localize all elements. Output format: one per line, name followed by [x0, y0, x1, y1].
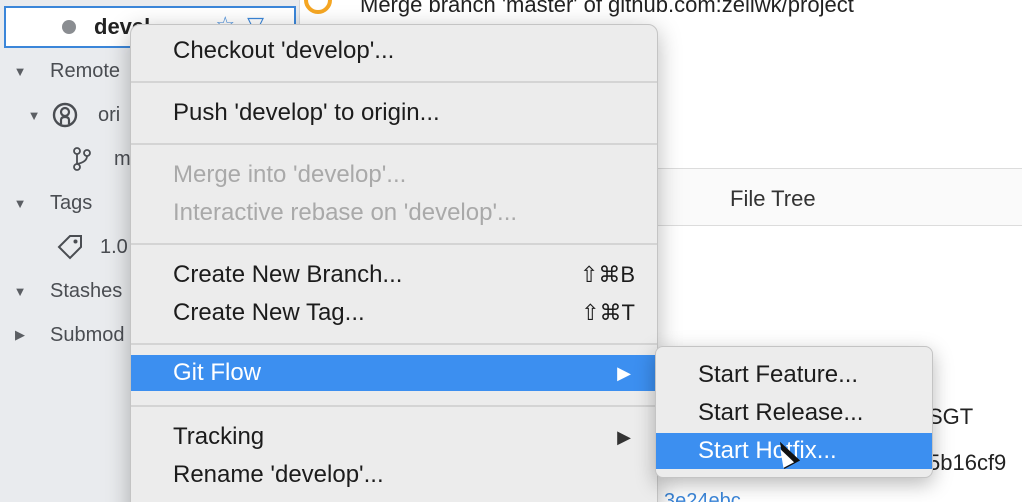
menu-item-label: Start Release...	[698, 399, 864, 426]
sidebar-item-label: Submod	[50, 323, 125, 346]
branch-status-dot	[62, 20, 76, 34]
menu-separator	[131, 143, 657, 145]
menu-item-interactive-rebase: Interactive rebase on 'develop'...	[131, 195, 657, 231]
sidebar-item-label: Stashes	[50, 279, 123, 302]
menu-item-label: Start Hotfix...	[698, 437, 837, 464]
tag-icon	[57, 235, 82, 260]
menu-item-label: Rename 'develop'...	[173, 461, 384, 488]
menu-separator	[131, 243, 657, 245]
menu-item-label: Merge into 'develop'...	[173, 161, 407, 188]
menu-item-label: Push 'develop' to origin...	[173, 99, 440, 126]
menu-item-start-release[interactable]: Start Release...	[656, 395, 932, 431]
submenu-arrow-icon: ▶	[617, 362, 631, 383]
menu-item-label: Checkout 'develop'...	[173, 37, 395, 64]
disclosure-down-icon[interactable]: ▼	[12, 284, 28, 299]
menu-item-create-branch[interactable]: Create New Branch... ⇧⌘B	[131, 257, 657, 293]
menu-item-label: Interactive rebase on 'develop'...	[173, 199, 518, 226]
shortcut-label: ⇧⌘B	[579, 262, 635, 287]
menu-item-label: Git Flow	[173, 359, 262, 386]
sidebar-item-label: 1.0	[100, 235, 128, 258]
commit-graph-node-icon	[304, 0, 332, 14]
sidebar-item-label: Remote	[50, 59, 121, 82]
disclosure-down-icon[interactable]: ▼	[12, 196, 28, 211]
menu-item-label: Create New Tag...	[173, 299, 365, 326]
tab-file-tree[interactable]: File Tree	[730, 186, 816, 212]
menu-item-create-tag[interactable]: Create New Tag... ⇧⌘T	[131, 295, 657, 331]
menu-item-label: Create New Branch...	[173, 261, 403, 288]
parent-commit-link[interactable]: 3e24ebc	[664, 490, 741, 502]
sidebar-item-label: m	[114, 147, 131, 170]
branch-icon	[73, 147, 91, 171]
menu-item-label: Start Feature...	[698, 361, 859, 388]
disclosure-down-icon[interactable]: ▼	[12, 64, 28, 79]
menu-item-label: Tracking	[173, 423, 265, 450]
menu-item-git-flow[interactable]: Git Flow ▶	[131, 355, 657, 391]
shortcut-label: ⇧⌘T	[581, 300, 635, 325]
menu-item-tracking[interactable]: Tracking ▶	[131, 419, 657, 455]
disclosure-right-icon[interactable]: ▶	[12, 327, 28, 343]
sidebar-item-label: ori	[98, 103, 121, 126]
menu-item-push[interactable]: Push 'develop' to origin...	[131, 95, 657, 131]
menu-separator	[131, 81, 657, 83]
commit-message[interactable]: Merge branch 'master' of github.com:zell…	[360, 0, 854, 18]
menu-item-rename[interactable]: Rename 'develop'...	[131, 457, 657, 493]
submenu-arrow-icon: ▶	[617, 426, 631, 447]
menu-item-checkout[interactable]: Checkout 'develop'...	[131, 33, 657, 69]
menu-separator	[131, 405, 657, 407]
menu-item-start-feature[interactable]: Start Feature...	[656, 357, 932, 393]
commit-date-text: SGT	[928, 404, 974, 429]
branch-context-menu: Checkout 'develop'... Push 'develop' to …	[130, 24, 658, 502]
github-icon	[52, 102, 78, 128]
commit-hash-text: 5b16cf9	[928, 450, 1007, 475]
menu-item-merge: Merge into 'develop'...	[131, 157, 657, 193]
menu-separator	[131, 343, 657, 345]
disclosure-down-icon[interactable]: ▼	[26, 108, 42, 123]
sidebar-item-label: Tags	[50, 191, 93, 214]
